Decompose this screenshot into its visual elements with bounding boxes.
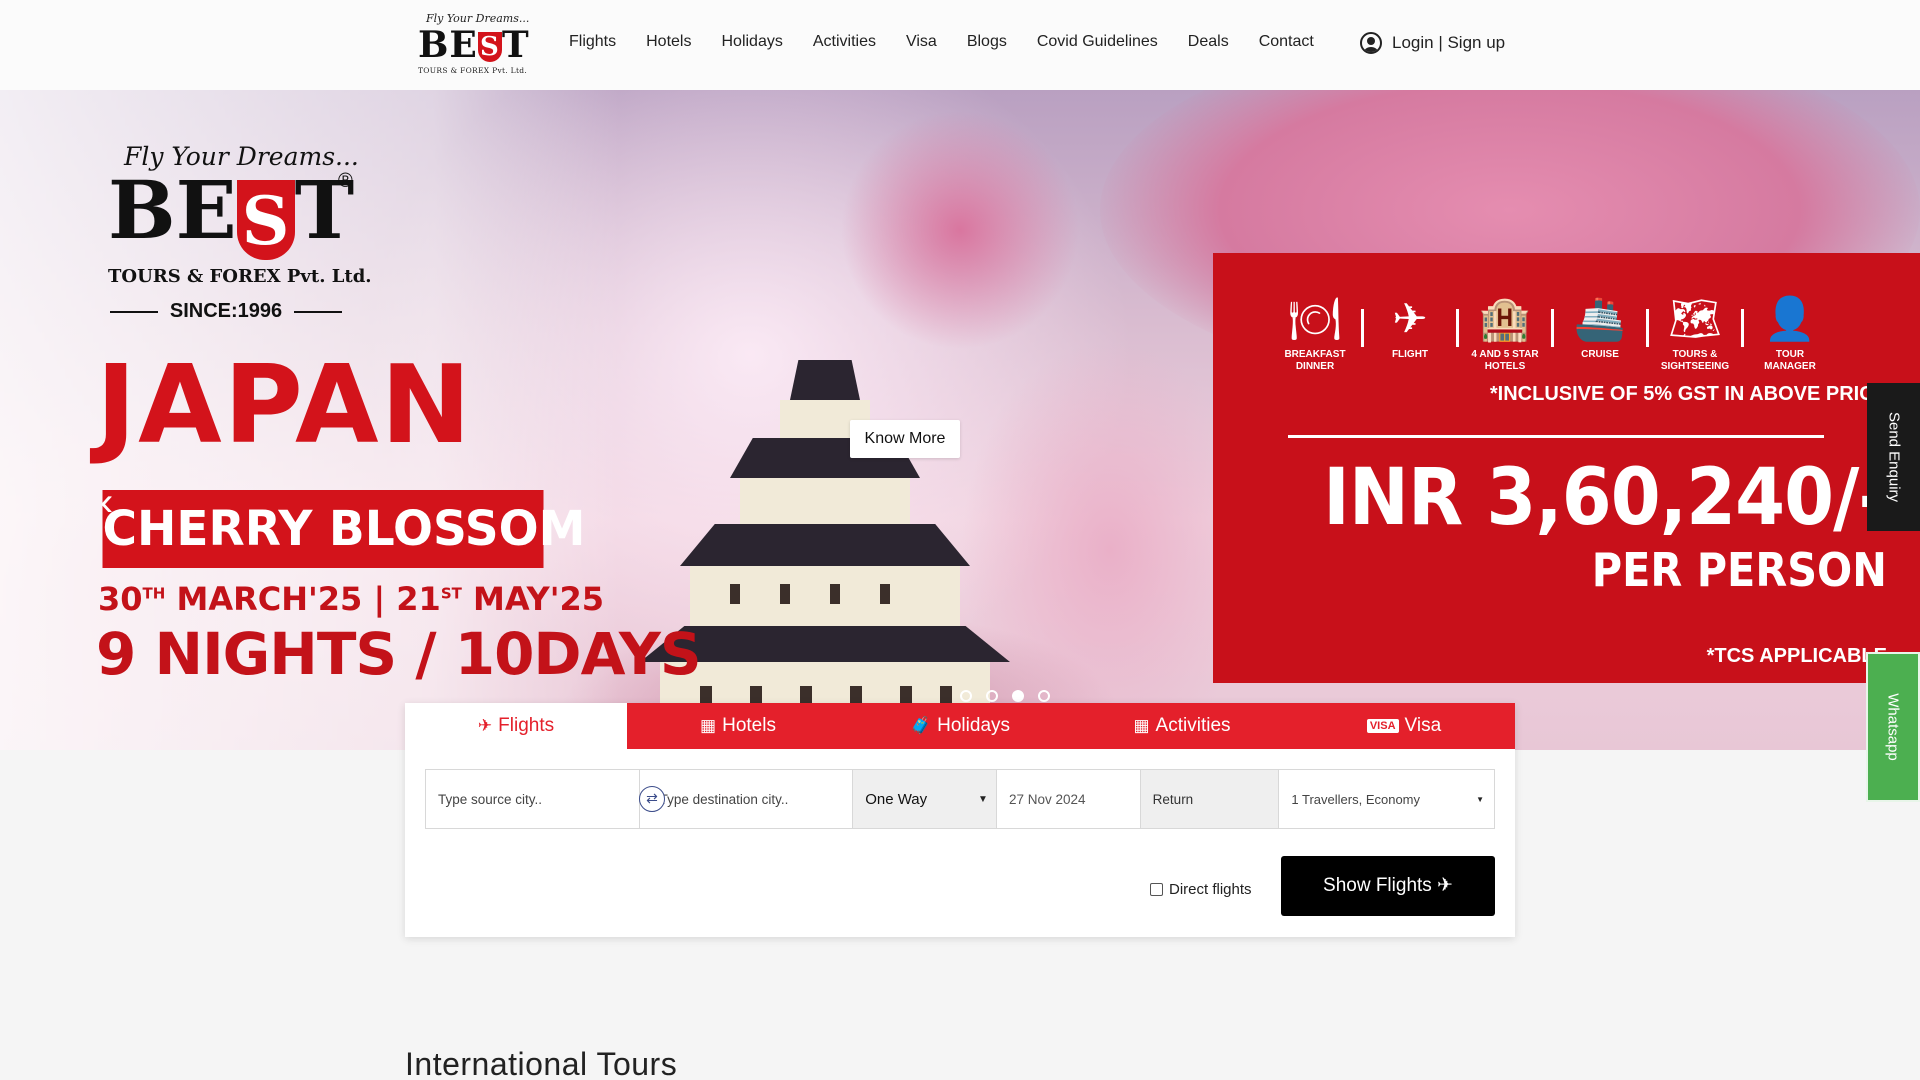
source-city-field <box>426 770 640 828</box>
per-person-label: PER PERSON <box>1591 543 1887 597</box>
divider <box>1288 435 1824 438</box>
cherry-blossom-branch <box>840 110 1080 350</box>
promo-logo: Fly Your Dreams... BEST ® TOURS & FOREX … <box>108 142 372 322</box>
cruise-icon: 🚢 <box>1573 295 1627 342</box>
inclusion-hotels: 🏨 4 AND 5 STAR HOTELS <box>1471 295 1539 372</box>
login-signup-link[interactable]: Login | Sign up <box>1360 32 1505 54</box>
search-tabs: ✈ Flights ▦ Hotels 🧳 Holidays ▦ Activities V… <box>405 703 1515 749</box>
depart-date-field[interactable]: 27 Nov 2024 <box>997 770 1141 828</box>
login-label: Login | Sign up <box>1392 33 1506 52</box>
nav-visa[interactable]: Visa <box>906 33 937 51</box>
international-tours-heading: International Tours <box>405 1046 678 1080</box>
plane-icon: ✈ <box>477 716 493 735</box>
tcs-note: *TCS APPLICABLE <box>1706 645 1887 667</box>
dining-icon: 🍽 <box>1288 295 1342 342</box>
inclusions-row: 🍽 BREAKFAST DINNER ✈ FLIGHT 🏨 4 AND 5 STAR … <box>1277 295 1828 373</box>
carousel-dots <box>960 690 1064 702</box>
caret-down-icon: ▼ <box>1476 794 1485 804</box>
package-price: INR 3,60,240/- <box>1322 453 1888 543</box>
site-logo[interactable]: Fly Your Dreams... BEST TOURS & FOREX Pv… <box>408 12 536 78</box>
direct-flights-checkbox[interactable]: Direct flights <box>1150 881 1252 898</box>
promo-dates: 30TH MARCH'25 | 21ST MAY'25 <box>98 580 605 618</box>
user-icon <box>1360 32 1382 54</box>
flight-icon: ✈ <box>1392 295 1428 342</box>
building-icon: ▦ <box>1133 716 1150 735</box>
return-date-field[interactable]: Return <box>1140 770 1280 828</box>
inclusion-tour-manager: 👤 TOUR MANAGER <box>1763 295 1817 372</box>
promo-theme: CHERRY BLOSSOM <box>102 490 585 568</box>
nav-contact[interactable]: Contact <box>1259 33 1314 51</box>
japanese-castle-image <box>640 360 1010 750</box>
inclusion-flight: ✈ FLIGHT <box>1391 295 1429 360</box>
inclusion-sightseeing: 🗺 TOURS & SIGHTSEEING <box>1660 295 1730 372</box>
show-flights-button[interactable]: Show Flights ✈ <box>1281 856 1495 916</box>
nav-deals[interactable]: Deals <box>1188 33 1229 51</box>
destination-city-field <box>640 770 854 828</box>
send-enquiry-tab[interactable]: Send Enquiry <box>1867 383 1920 531</box>
tab-visa[interactable]: VISA Visa <box>1293 703 1515 749</box>
whatsapp-tab[interactable]: Whatsapp <box>1866 652 1920 802</box>
carousel-dot[interactable] <box>960 690 972 702</box>
logo-brand: BEST <box>418 24 530 66</box>
swap-cities-icon[interactable]: ⇄ <box>639 786 665 812</box>
carousel-dot[interactable] <box>986 690 998 702</box>
inclusion-cruise: 🚢 CRUISE <box>1573 295 1627 360</box>
tab-activities[interactable]: ▦ Activities <box>1071 703 1293 749</box>
travellers-value: 1 Travellers, Economy <box>1291 791 1421 807</box>
building-icon: ▦ <box>700 716 717 735</box>
checkbox-box[interactable] <box>1150 883 1163 896</box>
flight-search-widget: ✈ Flights ▦ Hotels 🧳 Holidays ▦ Activities V… <box>405 703 1515 937</box>
source-city-input[interactable] <box>438 791 639 807</box>
search-fields: ⇄ One Way ▼ 27 Nov 2024 Return 1 Travell… <box>425 769 1495 829</box>
carousel-prev-arrow[interactable]: ‹ <box>100 480 113 525</box>
gst-note: *INCLUSIVE OF 5% GST IN ABOVE PRICE <box>1489 383 1887 405</box>
promo-destination: JAPAN <box>96 343 473 468</box>
whatsapp-label: Whatsapp <box>1884 693 1902 761</box>
logo-subtitle: TOURS & FOREX Pvt. Ltd. <box>418 66 528 75</box>
hotel-icon: 🏨 <box>1478 295 1532 342</box>
nav-holidays[interactable]: Holidays <box>721 33 782 51</box>
nav-flights[interactable]: Flights <box>569 33 616 51</box>
depart-date-value: 27 Nov 2024 <box>1008 791 1086 807</box>
destination-city-input[interactable] <box>651 791 853 807</box>
tab-hotels[interactable]: ▦ Hotels <box>627 703 849 749</box>
suitcase-icon: 🧳 <box>909 716 932 735</box>
chevron-down-icon: ▼ <box>978 793 988 805</box>
inclusion-meals: 🍽 BREAKFAST DINNER <box>1284 295 1346 372</box>
tab-holidays[interactable]: 🧳 Holidays <box>849 703 1071 749</box>
price-panel: 🍽 BREAKFAST DINNER ✈ FLIGHT 🏨 4 AND 5 STAR … <box>1213 253 1920 683</box>
trip-type-value: One Way <box>865 790 928 808</box>
trip-type-select[interactable]: One Way ▼ <box>853 770 997 828</box>
map-icon: 🗺 <box>1668 295 1722 342</box>
visa-card-icon: VISA <box>1366 719 1399 733</box>
direct-flights-label: Direct flights <box>1169 881 1252 898</box>
send-enquiry-label: Send Enquiry <box>1885 411 1902 503</box>
nav-activities[interactable]: Activities <box>813 33 876 51</box>
nav-covid-guidelines[interactable]: Covid Guidelines <box>1037 33 1158 51</box>
main-nav: Flights Hotels Holidays Activities Visa … <box>569 33 1344 51</box>
travellers-select[interactable]: 1 Travellers, Economy ▼ <box>1279 770 1494 828</box>
carousel-dot-active[interactable] <box>1012 690 1024 702</box>
hero-banner: Fly Your Dreams... BEST ® TOURS & FOREX … <box>0 90 1920 750</box>
know-more-button[interactable]: Know More <box>850 420 960 458</box>
carousel-dot[interactable] <box>1038 690 1050 702</box>
nav-blogs[interactable]: Blogs <box>967 33 1007 51</box>
nav-hotels[interactable]: Hotels <box>646 33 691 51</box>
return-date-label: Return <box>1152 791 1194 807</box>
promo-duration: 9 NIGHTS / 10DAYS <box>96 620 702 688</box>
tour-manager-icon: 👤 <box>1763 295 1817 342</box>
site-header: Fly Your Dreams... BEST TOURS & FOREX Pv… <box>0 0 1920 90</box>
tab-flights[interactable]: ✈ Flights <box>405 703 627 749</box>
